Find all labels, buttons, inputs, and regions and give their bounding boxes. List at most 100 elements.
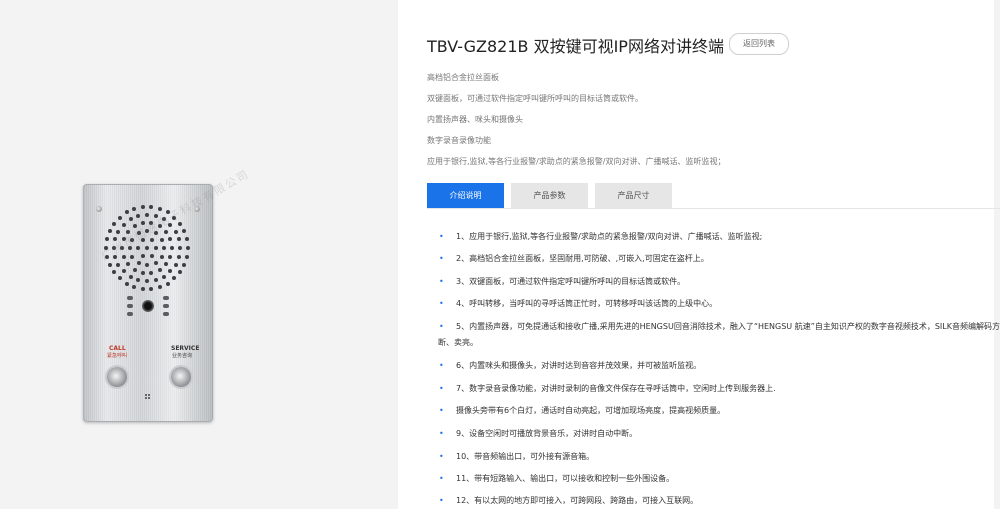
speaker-hole (168, 269, 173, 274)
bullet-icon: • (439, 299, 444, 308)
speaker-hole (173, 262, 178, 267)
speaker-hole (186, 246, 190, 250)
feature-summary-list: 高档铝合金拉丝面板 双键面板，可通过软件指定呼叫键所呼叫的目标话筒或软件。 内置… (427, 73, 725, 178)
speaker-hole (173, 229, 178, 234)
speaker-hole (128, 217, 133, 222)
speaker-hole (121, 222, 126, 227)
speaker-hole (121, 254, 126, 259)
speaker-hole (124, 210, 129, 215)
speaker-hole (159, 254, 164, 259)
speaker-hole (116, 229, 121, 234)
speaker-hole (132, 284, 137, 289)
speaker-hole (128, 274, 133, 279)
speaker-hole (111, 270, 116, 275)
speaker-hole (185, 254, 190, 259)
product-image-panel: CALL 紧急呼叫 SERVICE 业务咨询 广州市恒速电子科技有限公司 (0, 0, 398, 509)
bullet-icon: • (439, 277, 444, 286)
speaker-hole (178, 221, 183, 226)
bullet-icon: • (439, 384, 444, 393)
detail-item: • 11、带有短路输入、输出口，可以接收和控制一些外围设备。 (439, 474, 675, 483)
detail-item: • 6、内置咪头和摄像头，对讲时达到音容并茂效果，并可被监听监视。 (439, 361, 702, 370)
detail-item: • 5、内置扬声器，可免提通话和接收广播,采用先进的HENGSU回音消除技术，融入… (439, 322, 1000, 331)
back-to-list-button[interactable]: 返回列表 (729, 33, 789, 55)
bullet-icon: • (439, 254, 444, 263)
bullet-icon: • (439, 429, 444, 438)
bullet-icon: • (439, 361, 444, 370)
speaker-hole (170, 246, 174, 250)
detail-item: • 9、设备空闲时可播放背景音乐，对讲时自动中断。 (439, 429, 638, 438)
camera-lens-icon (142, 300, 154, 312)
speaker-hole (185, 237, 190, 242)
speaker-hole (154, 246, 158, 250)
speaker-hole (159, 237, 164, 242)
speaker-hole (140, 205, 145, 210)
speaker-hole (161, 274, 166, 279)
speaker-hole (149, 205, 154, 210)
speaker-hole (145, 263, 149, 267)
led-icon (163, 304, 169, 308)
detail-item: • 4、呼叫转移，当呼叫的寻呼话筒正忙时，可转移呼叫该话筒的上级中心。 (439, 299, 718, 308)
speaker-hole (149, 253, 154, 258)
speaker-hole (145, 213, 149, 217)
right-edge-strip (994, 0, 1000, 509)
led-icon (127, 312, 133, 316)
feature-item: 内置扬声器、咪头和摄像头 (427, 115, 523, 124)
speaker-hole (168, 237, 173, 242)
speaker-hole (136, 246, 140, 250)
speaker-hole (164, 229, 169, 234)
speaker-hole (149, 270, 154, 275)
speaker-hole (136, 260, 141, 265)
feature-item: 应用于银行,监狱,等各行业报警/求助点的紧急报警/双向对讲、广播喊话、监听监视； (427, 157, 726, 166)
detail-item-continuation: 断、卖亮。 (438, 338, 478, 347)
speaker-hole (121, 269, 126, 274)
speaker-hole (117, 276, 122, 281)
speaker-hole (172, 276, 177, 281)
speaker-hole (124, 281, 129, 286)
feature-item: 双键面板，可通过软件指定呼叫键所呼叫的目标话筒或软件。 (427, 94, 643, 103)
speaker-hole (111, 221, 116, 226)
led-icon (127, 304, 133, 308)
bullet-icon: • (439, 232, 444, 241)
speaker-hole (178, 270, 183, 275)
speaker-hole (104, 237, 109, 242)
speaker-hole (145, 279, 149, 283)
speaker-hole (176, 254, 181, 259)
speaker-hole (149, 238, 154, 243)
bullet-icon: • (439, 496, 444, 505)
speaker-hole (168, 254, 173, 259)
detail-tabs: 介绍说明 产品参数 产品尺寸 (427, 183, 679, 208)
detail-item: • 摄像头旁带有6个白灯，通话时自动亮起，可增加现场亮度，提高视频质量。 (439, 406, 726, 415)
speaker-hole (149, 286, 154, 291)
service-sublabel: 业务咨询 (172, 353, 193, 359)
tab-dimensions[interactable]: 产品尺寸 (595, 183, 672, 208)
detail-item: • 12、有以太网的地方即可接入，可跨网段、跨路由，可接入互联网。 (439, 496, 699, 505)
feature-item: 高档铝合金拉丝面板 (427, 73, 499, 82)
speaker-hole (130, 254, 135, 259)
speaker-hole (136, 277, 141, 282)
speaker-hole (136, 214, 141, 219)
bullet-icon: • (439, 322, 444, 331)
detail-item: • 2、高档铝合金拉丝面板，坚固耐用,可防破、,可嵌入,可固定在盗杆上。 (439, 254, 709, 263)
tab-introduction[interactable]: 介绍说明 (427, 183, 504, 208)
speaker-hole (165, 281, 170, 286)
speaker-hole (153, 277, 158, 282)
feature-item: 数字录音录像功能 (427, 136, 491, 145)
speaker-hole (140, 286, 145, 291)
speaker-hole (107, 229, 112, 234)
speaker-hole (140, 253, 145, 258)
call-sublabel: 紧急呼叫 (107, 353, 128, 359)
speaker-hole (145, 246, 149, 250)
call-button-icon (107, 367, 127, 387)
speaker-hole (132, 267, 137, 272)
led-icon (127, 296, 133, 300)
speaker-hole (153, 260, 158, 265)
screw-icon (96, 206, 102, 212)
detail-item: • 7、数字录音录像功能，对讲时录制的音像文件保存在寻呼话筒中，空闲时上传到服务器… (439, 384, 776, 393)
speaker-hole (157, 267, 162, 272)
speaker-hole (164, 262, 169, 267)
speaker-hole (157, 284, 162, 289)
service-button-icon (171, 367, 191, 387)
speaker-hole (182, 262, 187, 267)
speaker-hole (117, 215, 122, 220)
tab-parameters[interactable]: 产品参数 (511, 183, 588, 208)
